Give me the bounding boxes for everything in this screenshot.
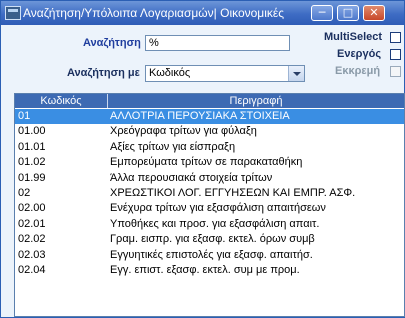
cell-code: 02.00 (18, 202, 46, 215)
pending-checkbox (390, 66, 401, 77)
search-by-select[interactable]: Κωδικός (145, 65, 305, 82)
maximize-button[interactable]: □ (337, 5, 359, 21)
close-button[interactable]: ✕ (363, 5, 385, 21)
cell-code: 01.00 (18, 125, 46, 138)
cell-description: Υποθήκες και προσ. για εξασφάλιση απαιτ. (110, 217, 320, 230)
cell-code: 02.03 (18, 248, 46, 261)
column-header-description[interactable]: Περιγραφή (108, 95, 404, 107)
column-header-code[interactable]: Κωδικός (15, 95, 107, 107)
table-row[interactable]: 01.02 Εμπορεύματα τρίτων σε παρακαταθήκη (15, 155, 404, 170)
app-icon[interactable] (5, 6, 21, 20)
cell-description: ΧΡΕΩΣΤΙΚΟΙ ΛΟΓ. ΕΓΓΥΗΣΕΩΝ ΚΑΙ ΕΜΠΡ. ΑΣΦ. (110, 186, 356, 199)
cell-description: Χρεόγραφα τρίτων για φύλαξη (110, 125, 257, 138)
search-form: Αναζήτηση % Αναζήτηση με Κωδικός MultiSe… (1, 25, 404, 89)
cell-code: 01.99 (18, 171, 46, 184)
grid-header: Κωδικός Περιγραφή (15, 94, 404, 108)
search-by-value: Κωδικός (149, 67, 191, 79)
cell-description: Εγγυητικές επιστολές για εξασφ. απαιτήσ. (110, 248, 313, 261)
cell-description: Εμπορεύματα τρίτων σε παρακαταθήκη (110, 156, 303, 169)
cell-code: 02.01 (18, 217, 46, 230)
cell-code: 01.02 (18, 156, 46, 169)
table-row[interactable]: 02.04 Εγγ. επιστ. εξασφ. εκτελ. συμ με πρ… (15, 263, 404, 278)
table-row[interactable]: 01.99 Άλλα περουσιακά στοιχεία τρίτων (15, 171, 404, 186)
cell-description: Εγγ. επιστ. εξασφ. εκτελ. συμ με προμ. (110, 263, 300, 276)
table-row[interactable]: 02.02 Γραμ. εισπρ. για εξασφ. εκτελ. όρων… (15, 232, 404, 247)
cell-code: 01 (18, 110, 31, 122)
active-checkbox[interactable] (390, 49, 401, 60)
table-row[interactable]: 02.03 Εγγυητικές επιστολές για εξασφ. απα… (15, 248, 404, 263)
grid-body: 01 ΑΛΛΟΤΡΙΑ ΠΕΡΟΥΣΙΑΚΑ ΣΤΟΙΧΕΙΑ 01.00 Χρεόγ… (15, 109, 404, 316)
table-row[interactable]: 02.00 Ενέχυρα τρίτων για εξασφάλιση απαιτ… (15, 201, 404, 216)
multiselect-checkbox[interactable] (390, 32, 401, 43)
cell-description: ΑΛΛΟΤΡΙΑ ΠΕΡΟΥΣΙΑΚΑ ΣΤΟΙΧΕΙΑ (110, 110, 290, 122)
table-row[interactable]: 02 ΧΡΕΩΣΤΙΚΟΙ ΛΟΓ. ΕΓΓΥΗΣΕΩΝ ΚΑΙ ΕΜΠΡ. ΑΣ… (15, 186, 404, 201)
cell-code: 02 (18, 186, 31, 199)
search-balances-window: Αναζήτηση/Υπόλοιπα Λογαριασμών| Οικονομι… (0, 0, 405, 318)
cell-description: Γραμ. εισπρ. για εξασφ. εκτελ. όρων συμβ (110, 233, 315, 246)
cell-description: Αξίες τρίτων για είσπραξη (110, 140, 236, 153)
search-input[interactable]: % (145, 35, 290, 51)
table-row[interactable]: 01.00 Χρεόγραφα τρίτων για φύλαξη (15, 124, 404, 139)
table-row[interactable]: 01.01 Αξίες τρίτων για είσπραξη (15, 140, 404, 155)
cell-description: Άλλα περουσιακά στοιχεία τρίτων (110, 171, 273, 184)
cell-code: 01.01 (18, 140, 46, 153)
active-label: Ενεργός (337, 48, 382, 60)
search-by-label: Αναζήτηση με (67, 67, 140, 79)
table-row[interactable]: 02.01 Υποθήκες και προσ. για εξασφάλιση α… (15, 217, 404, 232)
cell-code: 02.02 (18, 233, 46, 246)
accounts-grid: Κωδικός Περιγραφή 01 ΑΛΛΟΤΡΙΑ ΠΕΡΟΥΣΙΑΚΑ … (14, 93, 405, 317)
title-bar[interactable]: Αναζήτηση/Υπόλοιπα Λογαριασμών| Οικονομι… (1, 1, 404, 25)
window-title: Αναζήτηση/Υπόλοιπα Λογαριασμών| Οικονομι… (23, 6, 285, 20)
multiselect-label: MultiSelect (324, 31, 383, 43)
cell-description: Ενέχυρα τρίτων για εξασφάλιση απαιτήσεων (110, 202, 326, 215)
search-label: Αναζήτηση (83, 37, 141, 49)
minimize-button[interactable]: ─ (311, 5, 333, 21)
pending-label: Εκκρεμή (335, 65, 381, 77)
table-row[interactable]: 01 ΑΛΛΟΤΡΙΑ ΠΕΡΟΥΣΙΑΚΑ ΣΤΟΙΧΕΙΑ (15, 109, 404, 125)
chevron-down-icon[interactable] (288, 66, 304, 81)
cell-code: 02.04 (18, 263, 46, 276)
